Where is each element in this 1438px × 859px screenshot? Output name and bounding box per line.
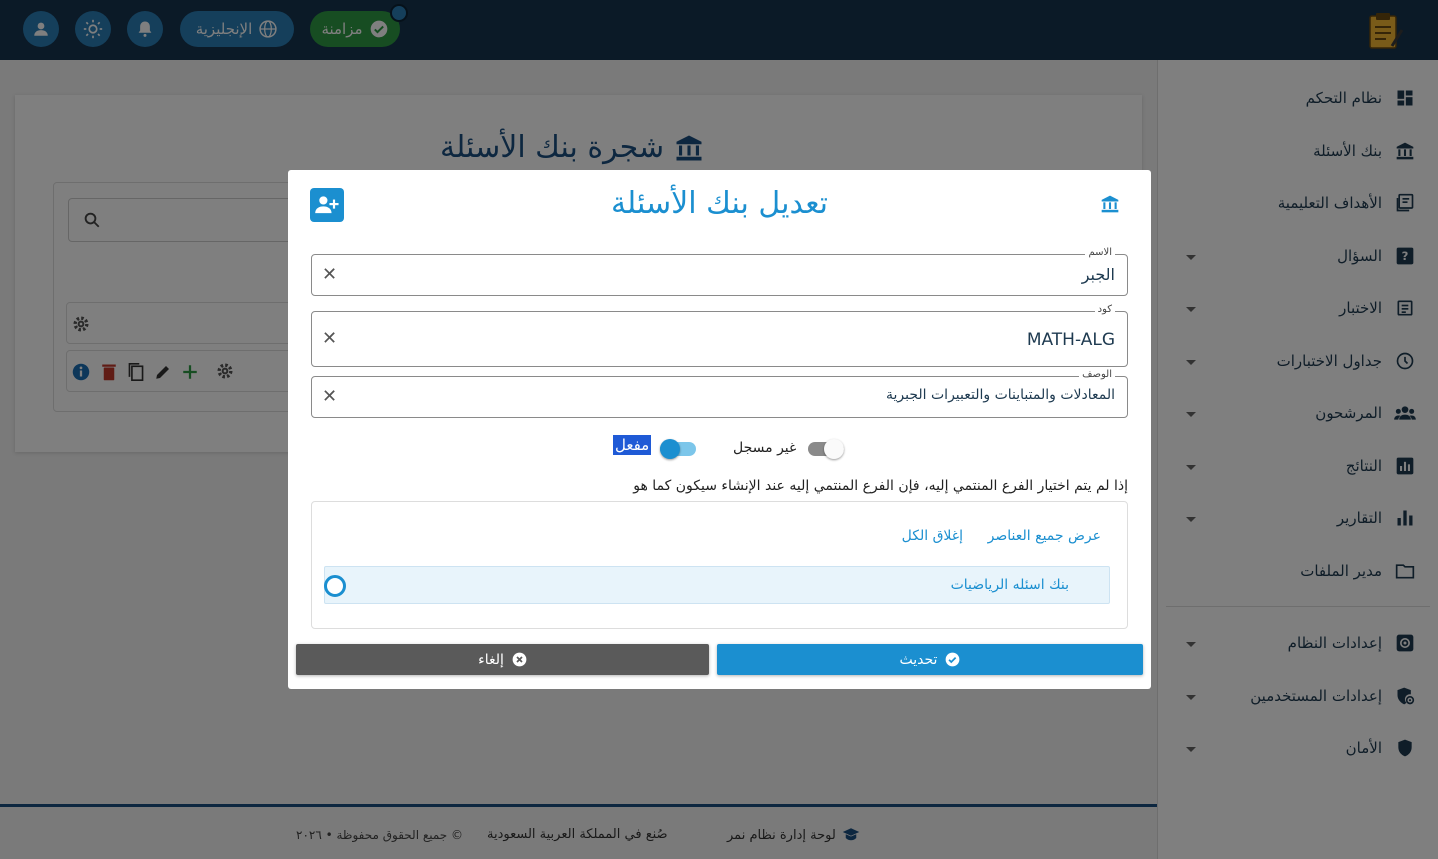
parent-branch-tree: عرض جميع العناصر إغلاق الكل بنك اسئله ال… <box>311 501 1128 629</box>
dialog-title: تعديل بنك الأسئلة <box>610 186 829 221</box>
clear-name-icon[interactable]: ✕ <box>322 264 337 285</box>
toggle-knob <box>824 439 844 459</box>
show-all-link[interactable]: عرض جميع العناصر <box>988 528 1101 544</box>
edit-question-bank-dialog: تعديل بنك الأسئلة الاسم الجبر ✕ كود MATH… <box>288 170 1151 689</box>
bank-icon <box>1100 194 1120 218</box>
update-label: تحديث <box>899 651 938 668</box>
close-circle-icon <box>512 652 527 667</box>
check-circle-icon <box>946 652 960 667</box>
description-value[interactable]: المعادلات والمتباينات والتعبيرات الجبرية <box>886 387 1115 403</box>
cancel-label: إلغاء <box>478 651 504 668</box>
update-button[interactable]: تحديث <box>717 644 1143 675</box>
clear-description-icon[interactable]: ✕ <box>322 386 337 407</box>
parent-branch-note: إذا لم يتم اختيار الفرع المنتمي إليه، فإ… <box>633 478 1128 494</box>
code-label: كود <box>1094 304 1115 315</box>
tree-node-math-bank[interactable]: بنك اسئله الرياضيات <box>324 566 1110 604</box>
tree-node-radio[interactable] <box>324 575 346 597</box>
registered-toggle[interactable] <box>808 439 844 459</box>
active-toggle-label: مفعل <box>613 435 652 455</box>
clear-code-icon[interactable]: ✕ <box>322 328 337 349</box>
toggle-knob <box>660 439 680 459</box>
tree-node-label: بنك اسئله الرياضيات <box>950 577 1069 593</box>
description-field[interactable]: الوصف المعادلات والمتباينات والتعبيرات ا… <box>311 369 1128 418</box>
name-field[interactable]: الاسم الجبر ✕ <box>311 247 1128 296</box>
code-value[interactable]: MATH-ALG <box>1027 330 1115 350</box>
active-toggle[interactable] <box>660 439 696 459</box>
name-label: الاسم <box>1085 247 1115 258</box>
description-label: الوصف <box>1079 369 1115 380</box>
cancel-button[interactable]: إلغاء <box>296 644 709 675</box>
registered-toggle-label: غير مسجل <box>733 440 797 456</box>
close-all-link[interactable]: إغلاق الكل <box>902 528 963 544</box>
name-value[interactable]: الجبر <box>1082 265 1115 284</box>
code-field[interactable]: كود MATH-ALG ✕ <box>311 304 1128 367</box>
